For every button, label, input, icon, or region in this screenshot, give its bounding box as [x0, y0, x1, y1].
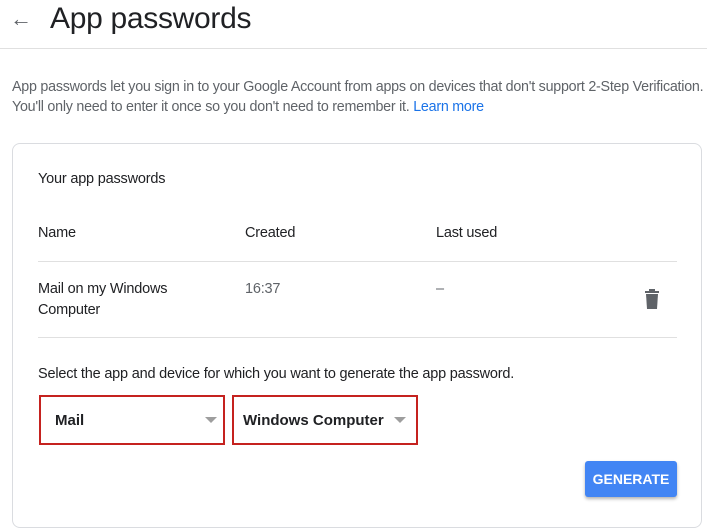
back-arrow-icon[interactable]: ←	[10, 6, 32, 32]
chevron-down-icon	[394, 417, 406, 423]
header-divider	[0, 48, 707, 49]
learn-more-link[interactable]: Learn more	[413, 99, 484, 115]
trash-icon[interactable]	[644, 289, 660, 309]
page-title: App passwords	[50, 2, 252, 35]
description-text: App passwords let you sign in to your Go…	[12, 79, 704, 115]
device-select-value: Windows Computer	[243, 411, 384, 429]
row-created: 16:37	[245, 281, 281, 297]
row-last-used: –	[436, 281, 444, 297]
description: App passwords let you sign in to your Go…	[12, 77, 707, 117]
generate-button[interactable]: GENERATE	[585, 461, 677, 497]
row-name-line2: Computer	[38, 302, 101, 318]
table-divider	[38, 337, 677, 338]
device-select[interactable]: Windows Computer	[232, 395, 418, 445]
column-name: Name	[38, 225, 76, 241]
table-divider	[38, 261, 677, 262]
column-last-used: Last used	[436, 225, 498, 241]
chevron-down-icon	[205, 417, 217, 423]
app-select[interactable]: Mail	[39, 395, 225, 445]
column-created: Created	[245, 225, 296, 241]
row-name-line1: Mail on my Windows	[38, 281, 168, 297]
card-title: Your app passwords	[38, 171, 166, 187]
select-label: Select the app and device for which you …	[38, 366, 515, 382]
app-select-value: Mail	[55, 411, 85, 429]
